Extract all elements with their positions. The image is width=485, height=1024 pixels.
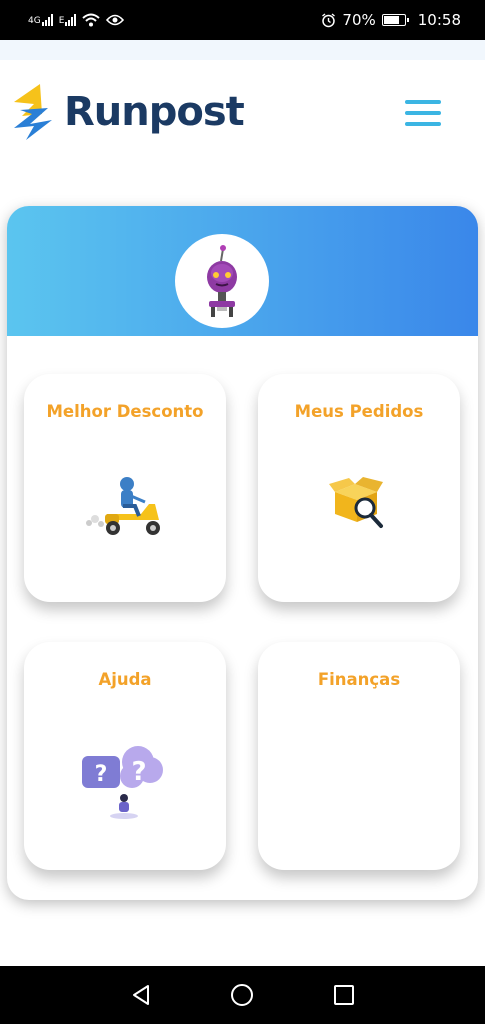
logo[interactable]: Runpost [12, 84, 245, 140]
card-financas[interactable]: Finanças [258, 642, 460, 870]
status-right: 70% 10:58 [321, 11, 461, 29]
home-icon [231, 984, 254, 1006]
card-title: Ajuda [98, 670, 152, 689]
menu-button[interactable] [405, 100, 441, 126]
card-meus-pedidos[interactable]: Meus Pedidos [258, 374, 460, 602]
back-icon [132, 985, 149, 1005]
alarm-icon [322, 12, 336, 27]
card-melhor-desconto[interactable]: Melhor Desconto [24, 374, 226, 602]
box-search-icon [258, 474, 460, 534]
recents-icon [334, 985, 355, 1005]
signal-icon: 4G [28, 14, 53, 26]
card-title: Finanças [317, 670, 401, 689]
card-title: Melhor Desconto [46, 402, 204, 421]
dashboard-panel: Melhor Desconto Meus Pedidos Ajuda ? ? F… [7, 206, 478, 900]
battery-percent: 70% [342, 11, 376, 29]
menu-icon [405, 100, 441, 104]
svg-text:?: ? [95, 762, 108, 787]
profile-banner [7, 206, 478, 336]
help-question-icon: ? ? [24, 742, 226, 822]
clock: 10:58 [417, 11, 461, 29]
avatar[interactable] [175, 234, 269, 328]
home-button[interactable] [222, 975, 262, 1015]
runpost-logo-icon [14, 84, 52, 140]
status-bar: 4G E 70% 10:58 [0, 0, 485, 40]
app-header: Runpost [0, 60, 485, 170]
system-nav-bar [0, 966, 485, 1024]
top-strip [0, 40, 485, 60]
svg-text:?: ? [131, 757, 146, 787]
recents-button[interactable] [324, 975, 364, 1015]
card-title: Meus Pedidos [294, 402, 424, 421]
back-button[interactable] [121, 975, 161, 1015]
signal-icon-2: E [59, 14, 77, 26]
battery-icon [381, 14, 409, 26]
app-name: Runpost [64, 89, 245, 135]
card-ajuda[interactable]: Ajuda ? ? [24, 642, 226, 870]
eye-icon [106, 14, 125, 26]
scooter-delivery-icon [24, 474, 226, 540]
wifi-icon [82, 13, 101, 27]
robot-avatar-icon [207, 245, 237, 317]
status-left: 4G E [28, 13, 125, 27]
